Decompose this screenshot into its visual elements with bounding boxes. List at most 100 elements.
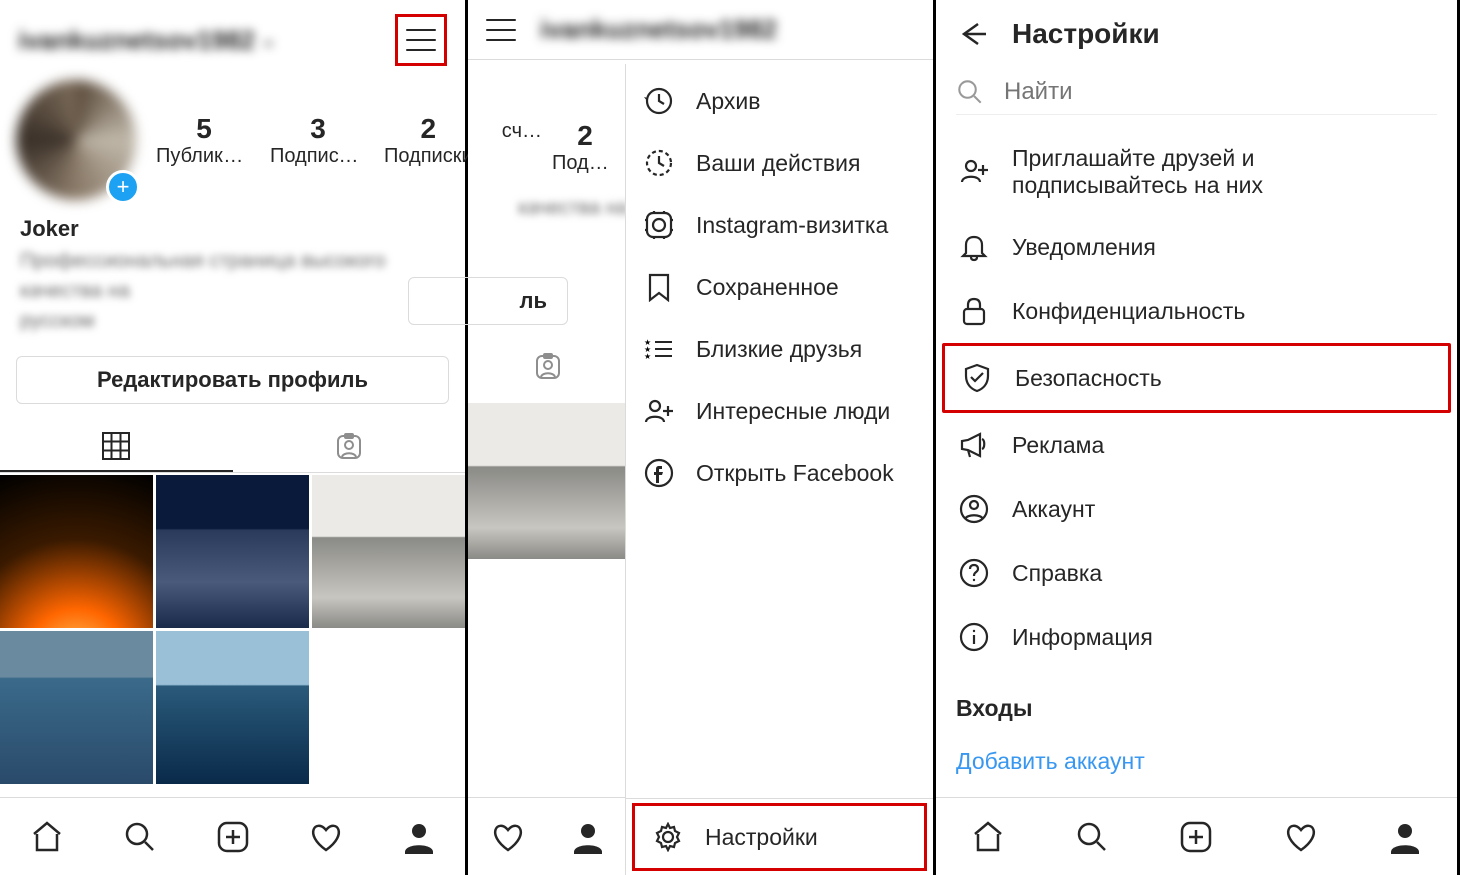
bottom-nav [936, 797, 1457, 875]
settings-screen: Настройки Приглашайте друзей и подписыва… [936, 0, 1460, 875]
search-input[interactable] [1004, 78, 1437, 106]
drawer-item-activity[interactable]: Ваши действия [626, 132, 933, 194]
back-icon[interactable] [956, 18, 988, 50]
drawer-item-label: Ваши действия [696, 150, 860, 177]
username-dropdown[interactable]: ivankuznetsov1982 ⌄ [18, 25, 276, 56]
profile-tab-icon[interactable] [571, 820, 605, 854]
settings-item-shield[interactable]: Безопасность [942, 343, 1451, 413]
hamburger-icon[interactable] [486, 19, 516, 41]
drawer-item-label: Близкие друзья [696, 336, 862, 363]
chevron-down-icon: ⌄ [261, 30, 276, 51]
nametag-icon [644, 210, 674, 240]
home-icon[interactable] [30, 820, 64, 854]
new-post-icon[interactable] [216, 820, 250, 854]
post-thumbnail [468, 403, 626, 559]
drawer-item-archive[interactable]: Архив [626, 70, 933, 132]
page-title: Настройки [1012, 18, 1160, 50]
new-post-icon[interactable] [1179, 820, 1213, 854]
stat-posts-label: Публика… [156, 145, 252, 168]
settings-item-lock[interactable]: Конфиденциальность [942, 279, 1451, 343]
post-thumbnail[interactable] [0, 631, 153, 784]
settings-item-bell[interactable]: Уведомления [942, 215, 1451, 279]
gear-icon [653, 822, 683, 852]
add-story-badge[interactable]: + [106, 170, 140, 204]
settings-item-label: Информация [1012, 624, 1153, 651]
bio-line: русском [20, 306, 445, 336]
bottom-nav [0, 797, 465, 875]
tab-grid[interactable] [0, 422, 233, 472]
stat-following[interactable]: 2 Подписки [384, 113, 473, 168]
stat-followers[interactable]: 3 Подписч… [270, 113, 366, 168]
activity-icon [644, 148, 674, 178]
shield-icon [961, 362, 993, 394]
invite-icon [958, 156, 990, 188]
discover-icon [644, 396, 674, 426]
grid-icon [102, 432, 130, 460]
bottom-nav-fragment [468, 797, 628, 875]
drawer-item-settings[interactable]: Настройки [632, 803, 927, 871]
profile-tab-icon[interactable] [1388, 820, 1422, 854]
section-heading-logins: Входы [936, 673, 1457, 730]
archive-icon [644, 86, 674, 116]
hamburger-icon [406, 29, 436, 51]
drawer-item-label: Интересные люди [696, 398, 890, 425]
settings-item-account[interactable]: Аккаунт [942, 477, 1451, 541]
profile-tab-icon[interactable] [402, 820, 436, 854]
edit-profile-button[interactable]: Редактировать профиль [16, 356, 449, 404]
activity-heart-icon[interactable] [491, 820, 525, 854]
post-thumbnail[interactable] [0, 475, 153, 628]
settings-item-label: Безопасность [1015, 365, 1162, 392]
settings-item-label: Реклама [1012, 432, 1104, 459]
activity-heart-icon[interactable] [1284, 820, 1318, 854]
search-icon[interactable] [1075, 820, 1109, 854]
drawer-item-label: Архив [696, 88, 760, 115]
stat-posts-count: 5 [156, 113, 252, 145]
settings-item-label: Приглашайте друзей и подписывайтесь на н… [1012, 145, 1435, 199]
drawer-item-saved[interactable]: Сохраненное [626, 256, 933, 318]
stat-following-label: Подписки [384, 145, 473, 168]
help-icon [958, 557, 990, 589]
drawer-item-closefriends[interactable]: Близкие друзья [626, 318, 933, 380]
post-thumbnail[interactable] [312, 475, 465, 628]
profile-screen: ivankuznetsov1982 ⌄ + 5 Публика… 3 Подпи… [0, 0, 468, 875]
username-text: ivankuznetsov1982 [18, 25, 255, 56]
settings-item-invite[interactable]: Приглашайте друзей и подписывайтесь на н… [942, 129, 1451, 215]
profile-fragment: сч… 2Подписки качества на ль [468, 60, 628, 559]
settings-item-info[interactable]: Информация [942, 605, 1451, 669]
search-icon [956, 78, 984, 106]
info-icon [958, 621, 990, 653]
stat-followers-count: 3 [270, 113, 366, 145]
settings-item-label: Уведомления [1012, 234, 1156, 261]
post-empty [312, 631, 465, 784]
post-thumbnail[interactable] [156, 631, 309, 784]
settings-item-ads[interactable]: Реклама [942, 413, 1451, 477]
drawer-item-label: Instagram-визитка [696, 212, 888, 239]
posts-grid [0, 475, 465, 784]
drawer-screen: ivankuznetsov1982 сч… 2Подписки качества… [468, 0, 936, 875]
settings-item-label: Аккаунт [1012, 496, 1095, 523]
account-icon [958, 493, 990, 525]
tab-tagged[interactable] [233, 422, 466, 472]
drawer-item-nametag[interactable]: Instagram-визитка [626, 194, 933, 256]
bio-line: Профессиональная страница высокого качес… [20, 246, 445, 306]
display-name: Joker [20, 216, 445, 242]
drawer-item-discover[interactable]: Интересные люди [626, 380, 933, 442]
drawer-item-facebook[interactable]: Открыть Facebook [626, 442, 933, 504]
home-icon[interactable] [971, 820, 1005, 854]
activity-heart-icon[interactable] [309, 820, 343, 854]
search-icon[interactable] [123, 820, 157, 854]
drawer-item-label: Сохраненное [696, 274, 839, 301]
stat-posts[interactable]: 5 Публика… [156, 113, 252, 168]
saved-icon [644, 272, 674, 302]
side-drawer: Архив Ваши действия Instagram-визитка Сохра… [625, 64, 933, 875]
stat-followers-label: Подписч… [270, 145, 366, 168]
stat-following-count: 2 [384, 113, 473, 145]
tagged-icon [335, 433, 363, 461]
add-account-link[interactable]: Добавить аккаунт [936, 730, 1457, 793]
lock-icon [958, 295, 990, 327]
settings-item-help[interactable]: Справка [942, 541, 1451, 605]
profile-avatar[interactable]: + [16, 80, 136, 200]
settings-search[interactable] [956, 78, 1437, 115]
menu-button[interactable] [395, 14, 447, 66]
post-thumbnail[interactable] [156, 475, 309, 628]
